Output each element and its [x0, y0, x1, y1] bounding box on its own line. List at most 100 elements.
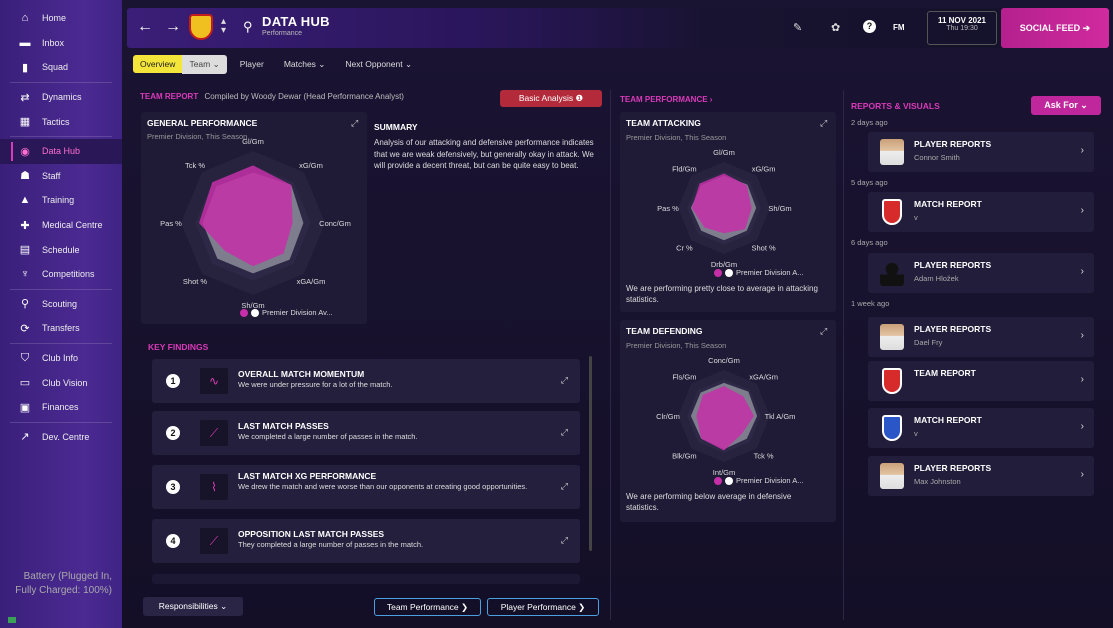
- report-item[interactable]: PLAYER REPORTS Adam Hložek ›: [868, 253, 1094, 293]
- sidebar-item-finances[interactable]: ▣ Finances: [0, 395, 122, 420]
- expand-icon[interactable]: ⤢: [561, 375, 568, 386]
- sidebar-item-data-hub[interactable]: ◉ Data Hub: [0, 138, 122, 164]
- search-icon[interactable]: ⚲: [243, 19, 253, 35]
- general-performance-radar: Gl/GmxG/GmConc/GmxGA/GmSh/GmShot %Pas %T…: [160, 137, 351, 310]
- report-badge-icon: [882, 368, 902, 394]
- sidebar-item-home[interactable]: ⌂ Home: [0, 6, 122, 31]
- club-switch-icon[interactable]: ▴ ▾: [221, 17, 226, 36]
- ask-for-button[interactable]: Ask For ⌄: [1031, 96, 1101, 115]
- radar-axis-label: Pas %: [657, 204, 679, 213]
- battery-icon: [8, 617, 16, 623]
- staff-icon: ☗: [20, 170, 30, 183]
- sidebar-item-club-vision[interactable]: ▭ Club Vision: [0, 370, 122, 395]
- scouting-icon: ⚲: [20, 298, 30, 311]
- expand-icon[interactable]: ⤢: [561, 535, 568, 546]
- tab-team[interactable]: Team ⌄: [182, 54, 227, 74]
- radar-axis-label: xGA/Gm: [297, 277, 326, 286]
- sidebar-item-inbox[interactable]: ▬ Inbox: [0, 31, 122, 56]
- report-item[interactable]: TEAM REPORT ›: [868, 361, 1094, 401]
- bug-icon[interactable]: ✿: [831, 21, 840, 34]
- team-performance-button[interactable]: Team Performance ❯: [374, 598, 481, 616]
- report-item[interactable]: MATCH REPORT v ›: [868, 192, 1094, 232]
- help-icon[interactable]: ?: [863, 20, 876, 33]
- chevron-right-icon: ›: [1080, 421, 1084, 432]
- sidebar-item-scouting[interactable]: ⚲ Scouting: [0, 292, 122, 317]
- tab-matches[interactable]: Matches ⌄: [277, 55, 333, 74]
- report-subtitle: Dael Fry: [914, 338, 943, 347]
- sidebar-item-dev-centre[interactable]: ↗ Dev. Centre: [0, 425, 122, 450]
- tab-overview[interactable]: Overview: [133, 55, 183, 73]
- xg-icon: ⌇: [200, 474, 228, 500]
- chevron-right-icon: ›: [1080, 330, 1084, 341]
- tab-next-opponent[interactable]: Next Opponent ⌄: [338, 55, 419, 74]
- home-icon: ⌂: [21, 12, 29, 25]
- radar-axis-label: Fld/Gm: [672, 164, 697, 173]
- summary-title: SUMMARY: [374, 122, 418, 132]
- sidebar-item-schedule[interactable]: ▤ Schedule: [0, 237, 122, 262]
- report-title: TEAM REPORT: [914, 368, 976, 378]
- sidebar-item-medical-centre[interactable]: ✚ Medical Centre: [0, 213, 122, 238]
- report-title: PLAYER REPORTS: [914, 463, 992, 473]
- basic-analysis-button[interactable]: Basic Analysis ❶: [500, 90, 602, 107]
- team-performance-link[interactable]: TEAM PERFORMANCE ›: [620, 95, 712, 104]
- finding-description: We drew the match and were worse than ou…: [238, 482, 528, 491]
- responsibilities-button[interactable]: Responsibilities ⌄: [143, 597, 243, 616]
- report-item[interactable]: PLAYER REPORTS Connor Smith ›: [868, 132, 1094, 172]
- radar-axis-label: Tck %: [754, 452, 774, 461]
- date-continue-button[interactable]: 11 NOV 2021 Thu 19:30: [927, 11, 997, 45]
- sidebar-item-squad[interactable]: ▮ Squad: [0, 55, 122, 80]
- sidebar-item-label: Dynamics: [42, 92, 82, 103]
- chevron-right-icon: ›: [1080, 266, 1084, 277]
- sidebar-item-label: Competitions: [42, 269, 95, 280]
- forward-arrow-icon[interactable]: →: [165, 18, 181, 36]
- chevron-right-icon: ›: [1080, 469, 1084, 480]
- list-item[interactable]: 2 ⟋ LAST MATCH PASSES We completed a large …: [152, 411, 580, 455]
- expand-icon[interactable]: ⤢: [561, 427, 568, 438]
- edit-icon[interactable]: ✎: [793, 21, 802, 34]
- report-item[interactable]: PLAYER REPORTS Dael Fry ›: [868, 317, 1094, 357]
- list-item[interactable]: 4 ⟋ OPPOSITION LAST MATCH PASSES They compl…: [152, 519, 580, 563]
- sidebar-item-label: Club Info: [42, 353, 79, 364]
- tab-player[interactable]: Player: [233, 55, 271, 73]
- team-report-label: TEAM REPORT: [140, 92, 199, 101]
- expand-icon[interactable]: ⤢: [561, 481, 568, 492]
- page-subtitle: Performance: [262, 30, 303, 37]
- report-subtitle: Adam Hložek: [914, 274, 959, 283]
- report-item[interactable]: MATCH REPORT v ›: [868, 408, 1094, 448]
- findings-scrollbar[interactable]: [589, 356, 592, 551]
- sidebar-item-label: Home: [42, 13, 67, 24]
- back-arrow-icon[interactable]: ←: [137, 18, 153, 36]
- finding-title: LAST MATCH XG PERFORMANCE: [238, 471, 377, 481]
- report-title: PLAYER REPORTS: [914, 324, 992, 334]
- sidebar-item-tactics[interactable]: ▦ Tactics: [0, 109, 122, 134]
- player-performance-button[interactable]: Player Performance ❯: [487, 598, 599, 616]
- legend-label: Premier Division A...: [736, 476, 804, 485]
- report-title: PLAYER REPORTS: [914, 260, 992, 270]
- passes-icon: ⟋: [200, 528, 228, 554]
- report-subtitle: v: [914, 213, 918, 222]
- sidebar-item-staff[interactable]: ☗ Staff: [0, 164, 122, 189]
- club-crest-icon[interactable]: [189, 14, 213, 40]
- radar-axis-label: xGA/Gm: [749, 372, 778, 381]
- fm-menu[interactable]: FM: [893, 23, 905, 32]
- chevron-right-icon: ›: [1080, 205, 1084, 216]
- sidebar-item-club-info[interactable]: ⛉ Club Info: [0, 346, 122, 371]
- sidebar-item-training[interactable]: ▲ Training: [0, 188, 122, 213]
- data-hub-icon: ◉: [20, 145, 30, 158]
- list-item[interactable]: 1 ∿ OVERALL MATCH MOMENTUM We were under pr…: [152, 359, 580, 403]
- team-attacking-radar: Gl/GmxG/GmSh/GmShot %Drb/GmCr %Pas %Fld/…: [657, 148, 792, 269]
- radar-axis-label: Sh/Gm: [768, 204, 791, 213]
- list-item[interactable]: 3 ⌇ LAST MATCH XG PERFORMANCE We drew the m…: [152, 465, 580, 509]
- sidebar-item-transfers[interactable]: ⟳ Transfers: [0, 316, 122, 341]
- radar-axis-label: Gl/Gm: [713, 148, 735, 157]
- club-info-icon: ⛉: [20, 351, 30, 364]
- radar-axis-label: xG/Gm: [752, 164, 776, 173]
- radar-axis-label: Cr %: [676, 244, 693, 253]
- report-timestamp: 5 days ago: [851, 178, 888, 187]
- sidebar-item-label: Staff: [42, 170, 61, 181]
- sidebar-item-competitions[interactable]: ♆ Competitions: [0, 262, 122, 287]
- sidebar-item-dynamics[interactable]: ⇄ Dynamics: [0, 85, 122, 110]
- dynamics-icon: ⇄: [20, 91, 30, 104]
- social-feed-button[interactable]: SOCIAL FEED ➔: [1001, 8, 1109, 48]
- report-item[interactable]: PLAYER REPORTS Max Johnston ›: [868, 456, 1094, 496]
